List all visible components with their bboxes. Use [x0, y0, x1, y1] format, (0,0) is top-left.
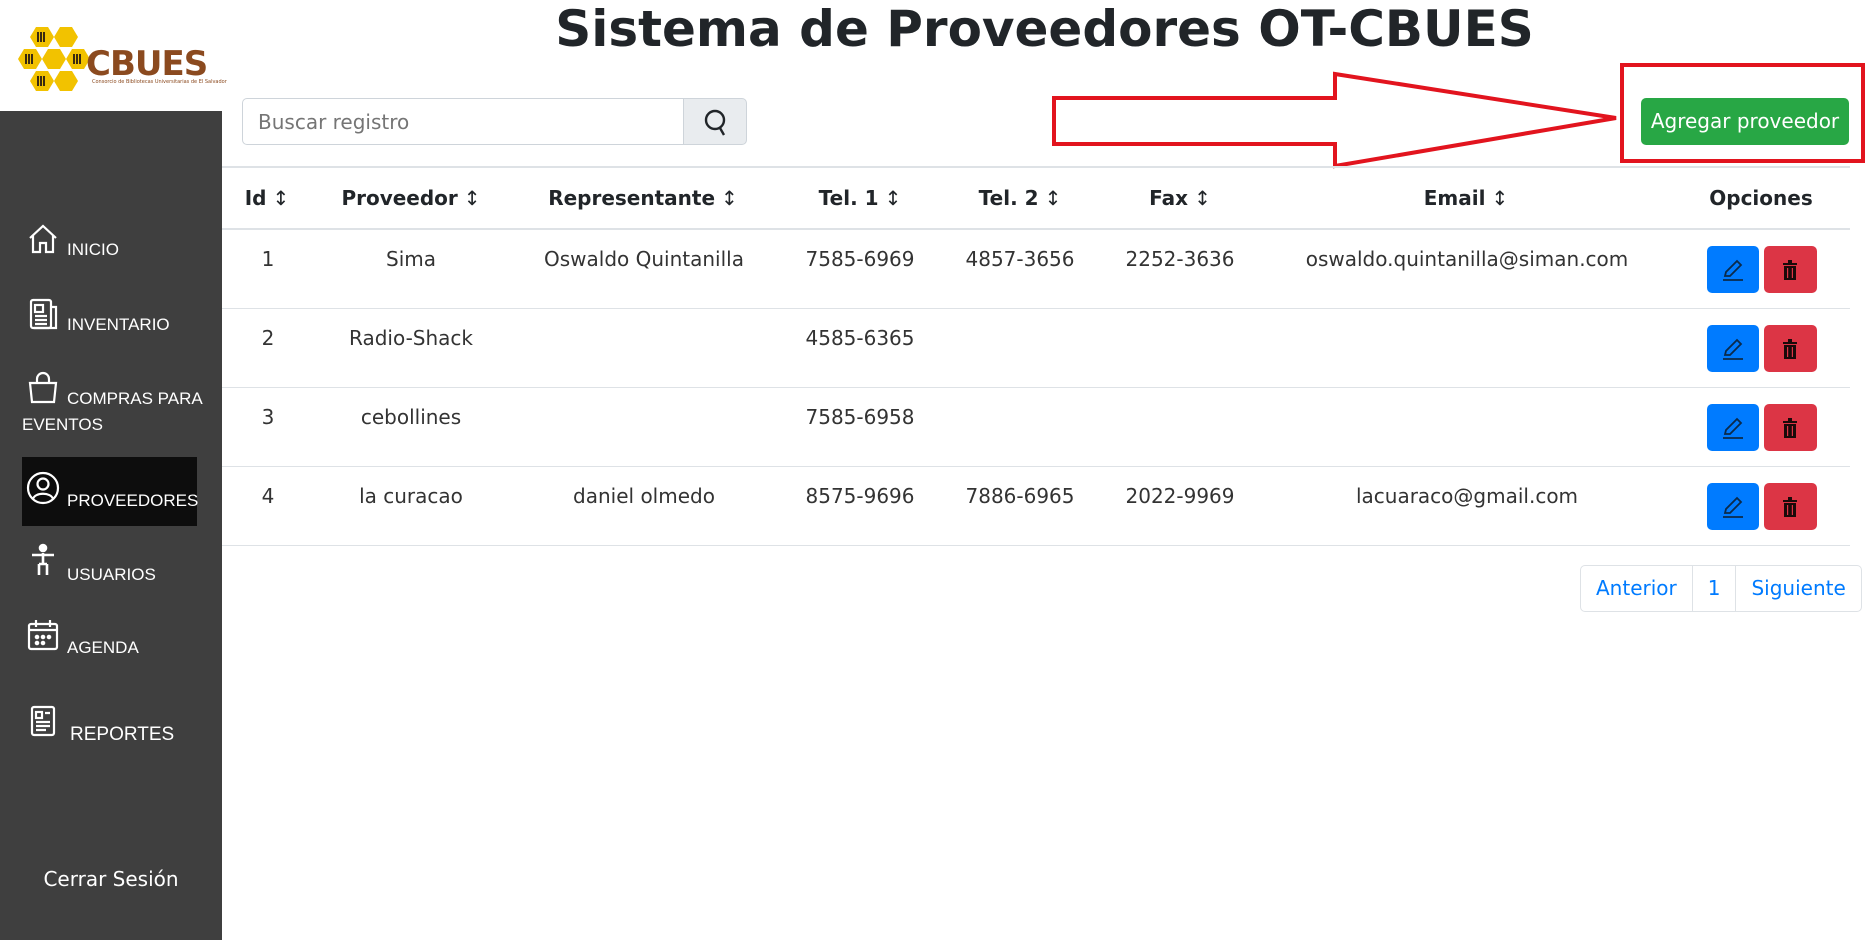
pagination-page-1[interactable]: 1	[1693, 566, 1737, 611]
sort-icon: ↕	[1491, 186, 1509, 210]
column-header-id[interactable]: Id ↕	[245, 186, 290, 210]
sort-icon: ↕	[1194, 186, 1211, 210]
edit-icon	[1723, 417, 1743, 439]
edit-button[interactable]	[1707, 483, 1759, 530]
sort-icon: ↕	[272, 186, 290, 210]
sort-icon: ↕	[463, 186, 481, 210]
logo-subtitle: Consorcio de Bibliotecas Universitarias …	[92, 79, 227, 85]
sort-icon: ↕	[721, 186, 738, 210]
edit-icon	[1723, 496, 1743, 518]
sidebar-item-inventario[interactable]: INVENTARIO	[22, 297, 192, 341]
edit-button[interactable]	[1707, 404, 1759, 451]
sidebar-item-label: COMPRAS PARA	[67, 389, 203, 408]
sidebar-item-label-line2: EVENTOS	[22, 415, 103, 434]
trash-icon	[1783, 418, 1797, 438]
sidebar-item-agenda[interactable]: AGENDA	[22, 618, 192, 662]
edit-button[interactable]	[1707, 325, 1759, 372]
cell-email: lacuaraco@gmail.com	[1355, 484, 1579, 508]
column-header-representante[interactable]: Representante ↕	[548, 186, 738, 210]
search-button[interactable]	[683, 98, 747, 145]
delete-button[interactable]	[1764, 404, 1817, 451]
shopping-bag-icon	[28, 371, 58, 404]
delete-button[interactable]	[1764, 246, 1817, 293]
add-supplier-button[interactable]: Agregar proveedor	[1641, 98, 1849, 145]
honeycomb-logo-icon	[18, 27, 90, 91]
pagination-next[interactable]: Siguiente	[1736, 566, 1860, 611]
brand-logo: CBUES Consorcio de Bibliotecas Universit…	[0, 0, 227, 111]
cell-proveedor: la curacao	[359, 484, 463, 508]
annotation-arrow	[1052, 71, 1617, 169]
cell-proveedor: Radio-Shack	[349, 326, 473, 350]
table-header: Id ↕ Proveedor ↕ Representante ↕ Tel. 1 ↕ Te…	[222, 166, 1850, 230]
column-header-fax[interactable]: Fax ↕	[1149, 186, 1211, 210]
cell-id: 1	[261, 247, 275, 271]
sort-icon: ↕	[1044, 186, 1062, 210]
cell-id: 2	[261, 326, 275, 350]
sidebar-item-inicio[interactable]: INICIO	[22, 222, 192, 266]
logout-link[interactable]: Cerrar Sesión	[0, 867, 222, 891]
cell-representante: Oswaldo Quintanilla	[544, 247, 744, 271]
cell-tel1: 8575-9696	[805, 484, 915, 508]
report-icon	[30, 705, 56, 737]
edit-icon	[1723, 259, 1743, 281]
edit-icon	[1723, 338, 1743, 360]
trash-icon	[1783, 260, 1797, 280]
sidebar-item-usuarios[interactable]: USUARIOS	[22, 543, 192, 587]
trash-icon	[1783, 497, 1797, 517]
cell-tel2: 4857-3656	[965, 247, 1075, 271]
table-row: 3 cebollines 7585-6958	[222, 388, 1850, 467]
edit-button[interactable]	[1707, 246, 1759, 293]
home-icon	[29, 224, 57, 254]
column-header-opciones: Opciones	[1709, 186, 1813, 210]
sidebar-item-proveedores[interactable]: PROVEEDORES	[22, 471, 199, 515]
sidebar-item-label: REPORTES	[70, 724, 175, 745]
column-header-proveedor[interactable]: Proveedor ↕	[341, 186, 480, 210]
table-row: 2 Radio-Shack 4585-6365	[222, 309, 1850, 388]
column-header-tel2[interactable]: Tel. 2 ↕	[979, 186, 1062, 210]
column-header-tel1[interactable]: Tel. 1 ↕	[819, 186, 902, 210]
logo-text: CBUES	[86, 44, 208, 84]
search-input[interactable]	[242, 98, 684, 145]
cell-fax: 2022-9969	[1125, 484, 1235, 508]
cell-proveedor: Sima	[386, 247, 436, 271]
cell-tel2: 7886-6965	[965, 484, 1075, 508]
sort-icon: ↕	[884, 186, 902, 210]
sidebar-item-label: INVENTARIO	[67, 315, 170, 334]
pagination: Anterior 1 Siguiente	[1580, 565, 1862, 612]
cell-email: oswaldo.quintanilla@siman.com	[1305, 247, 1629, 271]
cell-tel1: 7585-6958	[805, 405, 915, 429]
newspaper-icon	[29, 298, 58, 330]
cell-id: 4	[261, 484, 275, 508]
search-icon	[704, 109, 726, 136]
trash-icon	[1783, 339, 1797, 359]
cell-tel1: 7585-6969	[805, 247, 915, 271]
calendar-icon	[27, 620, 59, 651]
page-title: Sistema de Proveedores OT-CBUES	[555, 0, 1534, 58]
sidebar-item-compras-para-eventos[interactable]: COMPRAS PARA EVENTOS	[22, 371, 212, 437]
cell-proveedor: cebollines	[360, 405, 462, 429]
cell-tel1: 4585-6365	[805, 326, 915, 350]
table-row: 4 la curacao daniel olmedo 8575-9696 7886-69…	[222, 467, 1850, 546]
delete-button[interactable]	[1764, 325, 1817, 372]
user-circle-icon	[26, 471, 60, 505]
cell-id: 3	[261, 405, 275, 429]
delete-button[interactable]	[1764, 483, 1817, 530]
cell-fax: 2252-3636	[1125, 247, 1235, 271]
cell-representante: daniel olmedo	[573, 484, 715, 508]
sidebar-item-label: INICIO	[67, 240, 119, 259]
sidebar-item-label: AGENDA	[67, 638, 139, 657]
table-row: 1 Sima Oswaldo Quintanilla 7585-6969 4857-36…	[222, 230, 1850, 309]
sidebar-item-label: USUARIOS	[67, 565, 156, 584]
pagination-previous[interactable]: Anterior	[1581, 566, 1693, 611]
column-header-email[interactable]: Email ↕	[1424, 186, 1508, 210]
person-icon	[32, 543, 54, 575]
sidebar-item-label: PROVEEDORES	[67, 491, 199, 510]
sidebar-item-reportes[interactable]: REPORTES	[22, 704, 192, 748]
